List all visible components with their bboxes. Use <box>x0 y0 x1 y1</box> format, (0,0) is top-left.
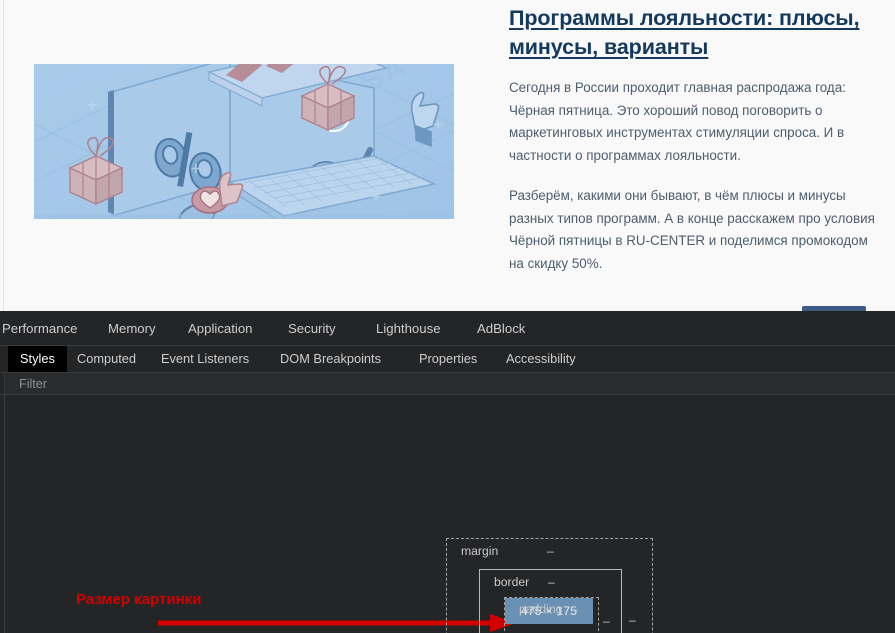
box-model-border-right-value[interactable]: – <box>603 614 610 628</box>
devtools-panel: Performance Memory Application Security … <box>0 311 895 633</box>
devtools-tab-performance[interactable]: Performance <box>2 311 78 346</box>
box-model-border-top-value[interactable]: – <box>548 575 555 589</box>
sidebar-tab-properties[interactable]: Properties <box>407 346 489 372</box>
box-model-margin-top-value[interactable]: – <box>547 544 554 558</box>
box-model-padding-right-value[interactable]: – <box>579 626 586 633</box>
article-paragraph-2: Разберём, какими они бывают, в чём плюсы… <box>509 188 875 271</box>
page-content: SPECIAL SA <box>4 0 895 311</box>
article-title-link[interactable]: Программы лояльности: плюсы, минусы, вар… <box>509 4 881 62</box>
styles-filter-input[interactable]: Filter <box>6 373 895 395</box>
devtools-tab-security[interactable]: Security <box>288 311 336 346</box>
screenshot-root: SPECIAL SA <box>0 0 895 633</box>
box-model-margin-label: margin <box>461 544 499 558</box>
box-model-margin-right-value[interactable]: – <box>629 613 636 627</box>
box-model-margin-layer[interactable]: margin – – – border – – – padding – – – <box>446 538 653 633</box>
annotation-label: Размер картинки <box>76 591 202 608</box>
sidebar-tab-event-listeners[interactable]: Event Listeners <box>149 346 261 372</box>
box-model-padding-label: padding <box>519 602 563 616</box>
article-text-column: Программы лояльности: плюсы, минусы, вар… <box>509 4 881 275</box>
devtools-main-tabbar: Performance Memory Application Security … <box>0 311 895 346</box>
article-paragraph-1: Сегодня в России проходит главная распро… <box>509 80 846 163</box>
devtools-tab-application[interactable]: Application <box>188 311 253 346</box>
box-model-padding-top-value[interactable]: – <box>571 602 578 616</box>
box-model-diagram: margin – – – border – – – padding – – – <box>446 538 653 633</box>
box-model-border-label: border <box>494 575 530 589</box>
devtools-tab-memory[interactable]: Memory <box>108 311 156 346</box>
devtools-tab-lighthouse[interactable]: Lighthouse <box>376 311 441 346</box>
box-model-border-layer[interactable]: border – – – padding – – – 475 × 175 <box>479 569 622 633</box>
web-page-viewport: SPECIAL SA <box>0 0 895 311</box>
sidebar-tab-styles[interactable]: Styles <box>8 346 67 372</box>
article-hero-image[interactable]: SPECIAL SA <box>34 64 454 219</box>
sidebar-tab-dom-breakpoints[interactable]: DOM Breakpoints <box>268 346 393 372</box>
sidebar-tab-accessibility[interactable]: Accessibility <box>494 346 588 372</box>
styles-body-gutter <box>0 395 5 633</box>
styles-sidebar-tabbar: Styles Computed Event Listeners DOM Brea… <box>0 346 895 372</box>
styles-pane-body: Размер картинки margin – – – border – <box>0 394 895 633</box>
styles-left-gutter <box>0 373 5 395</box>
devtools-tab-adblock[interactable]: AdBlock <box>477 311 525 346</box>
sidebar-tab-computed[interactable]: Computed <box>65 346 148 372</box>
box-model-padding-layer[interactable]: padding – – – 475 × 175 <box>504 597 599 633</box>
styles-filter-row: Filter <box>0 372 895 395</box>
